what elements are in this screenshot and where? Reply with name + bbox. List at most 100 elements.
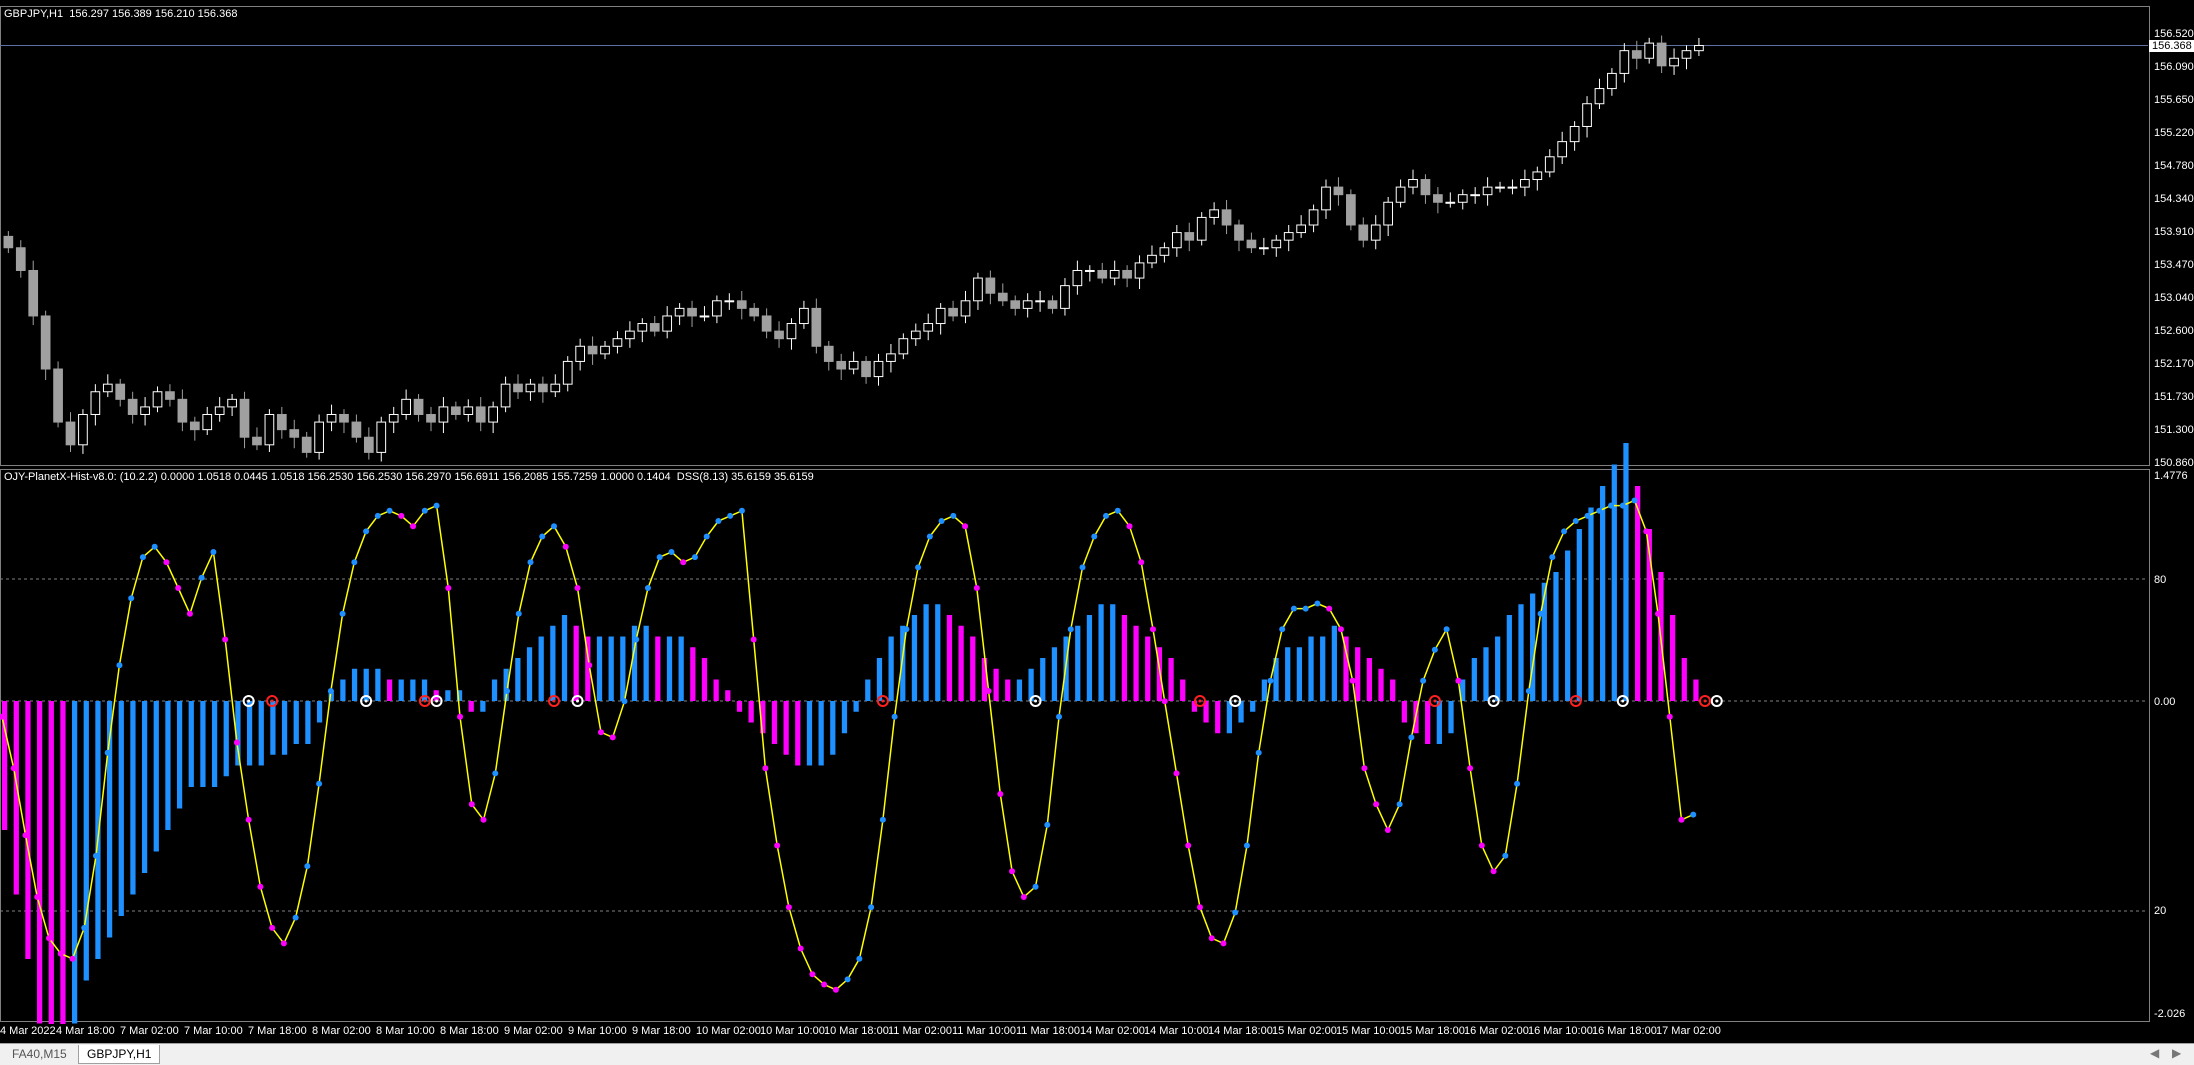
dss-dot [1584, 512, 1591, 519]
candle-body [600, 345, 610, 355]
dss-dot [69, 955, 76, 962]
candle-body [1258, 247, 1269, 250]
time-axis-label: 7 Mar 18:00 [248, 1025, 307, 1037]
histogram-bar [620, 636, 626, 701]
histogram-bar [60, 701, 66, 1024]
dss-dot [1185, 842, 1192, 849]
dss-dot [198, 574, 205, 581]
dss-dot [1009, 868, 1016, 875]
histogram-bar [1215, 701, 1221, 734]
dss-dot [410, 523, 417, 530]
candle-body [276, 413, 287, 431]
dss-dot [1161, 698, 1168, 705]
histogram-bar [1296, 647, 1302, 701]
dss-dot [797, 945, 804, 952]
candle-body [1433, 194, 1443, 203]
histogram-bar [1250, 701, 1256, 712]
candle-body [562, 360, 573, 385]
candle-body [799, 307, 809, 325]
histogram-bar [935, 604, 941, 701]
dss-dot [292, 914, 299, 921]
dss-line [1, 499, 1694, 991]
candle-body [339, 413, 349, 423]
indicator-axis-80: 80 [2154, 574, 2167, 586]
dss-dot [832, 986, 839, 993]
histogram-bar [165, 701, 171, 830]
candle-body [1234, 224, 1244, 241]
dss-dot [1079, 564, 1086, 571]
histogram-bar [1168, 658, 1174, 701]
histogram-bar [25, 701, 31, 959]
scroll-right-icon[interactable]: ▶ [2172, 1046, 2181, 1060]
candle-body [1408, 179, 1418, 188]
dss-dot [398, 512, 405, 519]
candle-body [1271, 239, 1282, 249]
histogram-bar [1226, 701, 1233, 734]
time-axis-label: 10 Mar 02:00 [696, 1025, 761, 1037]
histogram-bar [386, 679, 393, 701]
candle-body [736, 300, 747, 309]
candle-body [475, 406, 486, 423]
dss-dot [433, 502, 440, 509]
candle-body [886, 353, 896, 362]
dss-dot [1103, 512, 1110, 519]
tab-fa40-m15[interactable]: FA40,M15 [4, 1045, 75, 1063]
dss-dot [1502, 852, 1509, 859]
indicator-axis-bottom: -2.026 [2154, 1008, 2186, 1020]
dss-dot [1349, 677, 1356, 684]
histogram-bar [13, 701, 19, 895]
dss-dot [551, 523, 558, 530]
histogram-bar [1518, 604, 1524, 701]
histogram-bar [1110, 604, 1116, 701]
candle-body [513, 383, 523, 393]
candle-body [1209, 209, 1219, 218]
dss-dot [1572, 518, 1579, 525]
histogram-bar [1425, 701, 1431, 744]
time-axis-label: 8 Mar 10:00 [376, 1025, 435, 1037]
histogram-bar [468, 701, 474, 712]
dss-dot [1643, 528, 1650, 535]
histogram-bar [958, 625, 964, 701]
histogram-bar [200, 701, 206, 787]
candle-body [401, 398, 411, 415]
histogram-bar [596, 636, 603, 701]
dss-dot [1361, 765, 1368, 772]
candle-body [1072, 269, 1083, 287]
histogram-bar [398, 679, 404, 701]
dss-dot [633, 636, 640, 643]
dss-dot [363, 528, 370, 535]
candle-body [1122, 269, 1132, 279]
histogram-bar [246, 701, 253, 766]
dss-dot [1267, 677, 1274, 684]
dss-dot [597, 729, 604, 736]
dss-dot [950, 512, 957, 519]
candle-body [1507, 186, 1518, 189]
candle-body [1681, 50, 1692, 59]
histogram-bar [643, 625, 649, 701]
candle-body [1196, 216, 1207, 241]
dss-dot [1232, 909, 1239, 916]
candle-body [1109, 269, 1120, 279]
price-axis-label: 156.520 [2154, 28, 2194, 40]
candle-body [239, 398, 250, 438]
dss-dot [492, 770, 499, 777]
tab-gbpjpy-h1[interactable]: GBPJPY,H1 [78, 1045, 161, 1064]
scroll-left-icon[interactable]: ◀ [2150, 1046, 2159, 1060]
candle-body [550, 383, 561, 393]
histogram-bar [36, 701, 43, 1024]
candle-body [488, 406, 498, 423]
dss-dot [1384, 827, 1391, 834]
candle-body [1557, 141, 1568, 158]
dss-dot [844, 976, 851, 983]
candle-body [264, 413, 275, 446]
dss-dot [339, 610, 346, 617]
histogram-bar [888, 636, 894, 701]
dss-dot [1243, 842, 1250, 849]
time-axis-label: 9 Mar 18:00 [632, 1025, 691, 1037]
cross-up-marker-dot [1621, 699, 1625, 703]
price-axis-label: 153.040 [2154, 291, 2194, 304]
dss-dot [774, 842, 781, 849]
histogram-bar [1401, 701, 1407, 723]
histogram-bar [270, 701, 276, 755]
histogram-bar [970, 636, 976, 701]
